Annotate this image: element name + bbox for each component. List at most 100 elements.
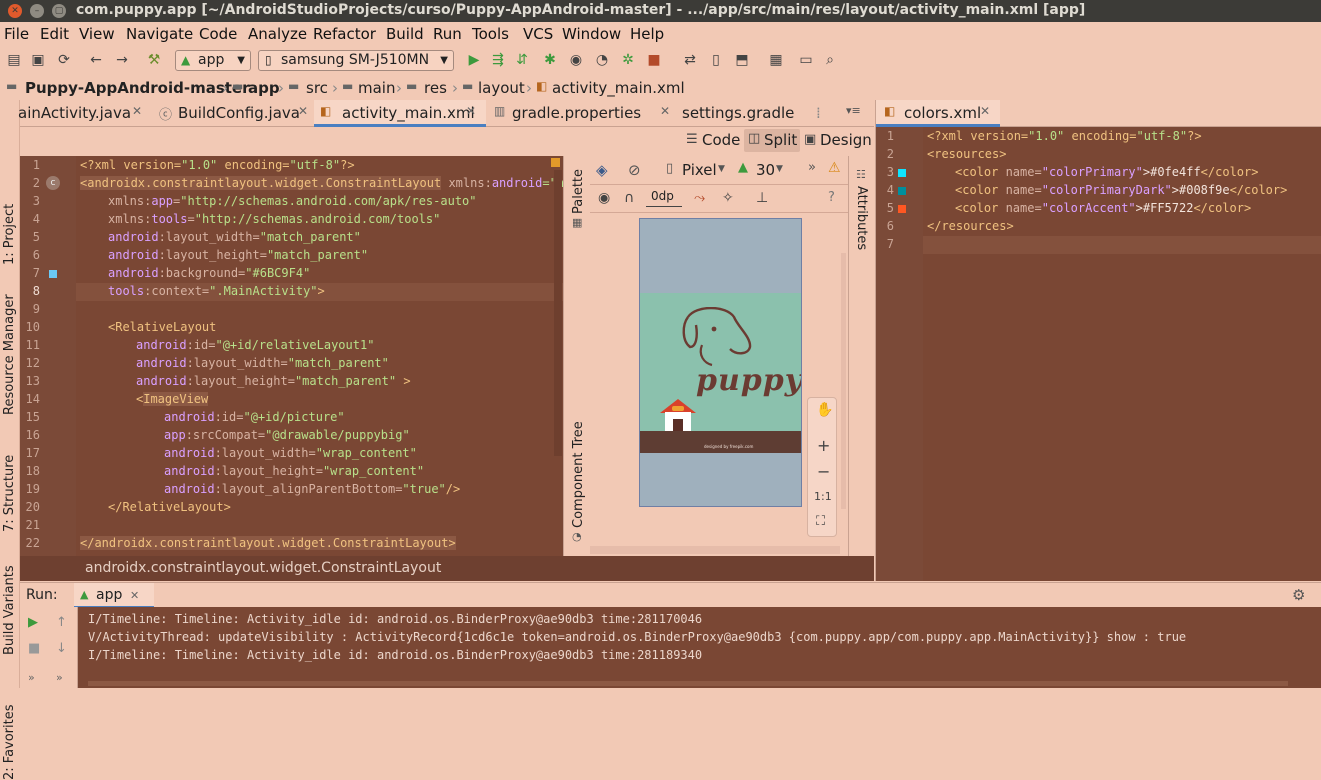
menu-navigate[interactable]: Navigate	[126, 25, 193, 43]
crumb-src[interactable]: src	[306, 79, 328, 97]
guidelines-icon[interactable]: ⊥	[756, 190, 768, 206]
eye-icon[interactable]: ◉	[598, 190, 610, 206]
magnet-icon[interactable]: ∩	[624, 190, 634, 206]
menu-view[interactable]: View	[79, 25, 115, 43]
close-icon[interactable]: ✕	[132, 104, 142, 118]
more-icon[interactable]: »	[808, 160, 816, 175]
run-tab-app[interactable]: ▲ app ✕	[74, 583, 154, 608]
crumb-project[interactable]: Puppy-AppAndroid-master	[25, 79, 250, 97]
stop-icon[interactable]: ■	[644, 50, 664, 70]
scroll-down-icon[interactable]: ↓	[56, 641, 67, 656]
menu-tools[interactable]: Tools	[472, 25, 509, 43]
code-mode-button[interactable]: Code	[702, 131, 740, 149]
minimize-window-button[interactable]: –	[30, 4, 44, 18]
tab-main-activity[interactable]: ainActivity.java	[18, 104, 131, 122]
search-icon[interactable]: ⌕	[820, 50, 840, 70]
save-icon[interactable]: ▣	[28, 50, 48, 70]
tab-settings-gradle[interactable]: settings.gradle	[682, 104, 794, 122]
menu-edit[interactable]: Edit	[40, 25, 69, 43]
console-h-scrollbar[interactable]	[88, 681, 1288, 686]
tool-project[interactable]: 1: Project	[2, 204, 17, 265]
zoom-in-icon[interactable]: +	[817, 436, 830, 455]
attach-debugger-icon[interactable]: ✲	[618, 50, 638, 70]
warning-marker[interactable]	[551, 158, 560, 167]
run-icon[interactable]: ▶	[464, 50, 484, 70]
sync-icon[interactable]: ⟳	[54, 50, 74, 70]
apply-code-changes-icon[interactable]: ⇵	[512, 50, 532, 70]
attributes-tab[interactable]: Attributes	[854, 186, 869, 250]
crumb-res[interactable]: res	[424, 79, 447, 97]
menu-code[interactable]: Code	[199, 25, 237, 43]
close-icon[interactable]: ✕	[660, 104, 670, 118]
color-swatch-primary[interactable]	[898, 169, 906, 177]
tool-structure[interactable]: 7: Structure	[2, 455, 17, 532]
color-swatch-icon[interactable]	[49, 270, 57, 278]
maximize-window-button[interactable]: ▢	[52, 4, 66, 18]
colors-editor[interactable]: <?xml version="1.0" encoding="utf-8"?> <…	[923, 127, 1321, 581]
help-icon[interactable]: ?	[828, 190, 835, 205]
color-swatch-accent[interactable]	[898, 205, 906, 213]
stop-icon[interactable]: ■	[28, 641, 40, 656]
menu-run[interactable]: Run	[433, 25, 462, 43]
split-mode-button[interactable]: ◫ Split	[744, 129, 800, 152]
zoom-fit-icon[interactable]: ⛶	[816, 514, 825, 529]
menu-refactor[interactable]: Refactor	[313, 25, 376, 43]
device-select[interactable]: ▯ samsung SM-J510MN ▼	[258, 50, 454, 71]
forward-icon[interactable]: →	[112, 50, 132, 70]
tab-list-icon[interactable]: ▾≡	[846, 104, 861, 117]
tab-build-config[interactable]: BuildConfig.java	[178, 104, 300, 122]
pan-hand-icon[interactable]: ✋	[816, 402, 833, 418]
run-console[interactable]: I/Timeline: Timeline: Activity_idle id: …	[78, 607, 1321, 688]
run-config-select[interactable]: ▲ app ▼	[175, 50, 251, 71]
gear-icon[interactable]: ⚙	[1292, 586, 1305, 604]
close-icon[interactable]: ✕	[466, 104, 476, 118]
design-mode-button[interactable]: Design	[820, 131, 872, 149]
clear-constraints-icon[interactable]: ⤳	[694, 190, 705, 206]
coverage-icon[interactable]: ◉	[566, 50, 586, 70]
crumb-layout[interactable]: layout	[478, 79, 525, 97]
menu-analyze[interactable]: Analyze	[248, 25, 307, 43]
more-icon[interactable]: »	[56, 671, 63, 684]
more-icon[interactable]: »	[28, 671, 35, 684]
rerun-icon[interactable]: ▶	[28, 615, 38, 630]
menu-help[interactable]: Help	[630, 25, 664, 43]
zoom-actual-size-button[interactable]: 1:1	[814, 490, 832, 503]
device-select[interactable]: Pixel	[682, 161, 717, 179]
orientation-icon[interactable]: ⊘	[628, 161, 641, 179]
crumb-app[interactable]: app	[248, 79, 280, 97]
close-icon[interactable]: ✕	[130, 589, 139, 602]
debug-icon[interactable]: ✱	[540, 50, 560, 70]
tool-resource-manager[interactable]: Resource Manager	[2, 294, 17, 415]
project-structure-icon[interactable]: ▦	[766, 50, 786, 70]
close-icon[interactable]: ✕	[298, 104, 308, 118]
crumb-file[interactable]: activity_main.xml	[552, 79, 685, 97]
close-window-button[interactable]: ✕	[8, 4, 22, 18]
tab-gradle-properties[interactable]: gradle.properties	[512, 104, 641, 122]
profile-icon[interactable]: ◔	[592, 50, 612, 70]
class-gutter-icon[interactable]: c	[46, 176, 60, 190]
code-editor[interactable]: <?xml version="1.0" encoding="utf-8"?> <…	[76, 156, 563, 556]
canvas-h-scrollbar[interactable]	[590, 546, 840, 554]
color-swatch-primary-dark[interactable]	[898, 187, 906, 195]
menu-build[interactable]: Build	[386, 25, 424, 43]
phone-preview[interactable]: puppy designed by freepik.com	[639, 218, 802, 507]
menu-vcs[interactable]: VCS	[523, 25, 553, 43]
zoom-out-icon[interactable]: −	[817, 462, 830, 481]
infer-constraints-icon[interactable]: ✧	[722, 190, 734, 206]
layout-inspector-icon[interactable]: ▭	[796, 50, 816, 70]
menu-file[interactable]: File	[4, 25, 29, 43]
close-icon[interactable]: ✕	[980, 104, 990, 118]
crumb-main[interactable]: main	[358, 79, 395, 97]
tool-favorites[interactable]: 2: Favorites	[2, 704, 17, 780]
layers-icon[interactable]: ◈	[596, 161, 608, 179]
gradle-sync-icon[interactable]: ⇄	[680, 50, 700, 70]
tab-colors-active[interactable]: ◧ colors.xml ✕	[876, 100, 1000, 127]
palette-tab[interactable]: Palette	[571, 169, 586, 214]
avd-manager-icon[interactable]: ▯	[706, 50, 726, 70]
component-tree-tab[interactable]: Component Tree	[571, 421, 586, 528]
tab-activity-main-active[interactable]: ◧ activity_main.xml ✕	[314, 100, 486, 127]
api-level-select[interactable]: 30	[756, 161, 775, 179]
apply-changes-icon[interactable]: ⇶	[488, 50, 508, 70]
canvas-scrollbar[interactable]	[841, 253, 846, 509]
editor-scrollbar[interactable]	[554, 170, 562, 456]
